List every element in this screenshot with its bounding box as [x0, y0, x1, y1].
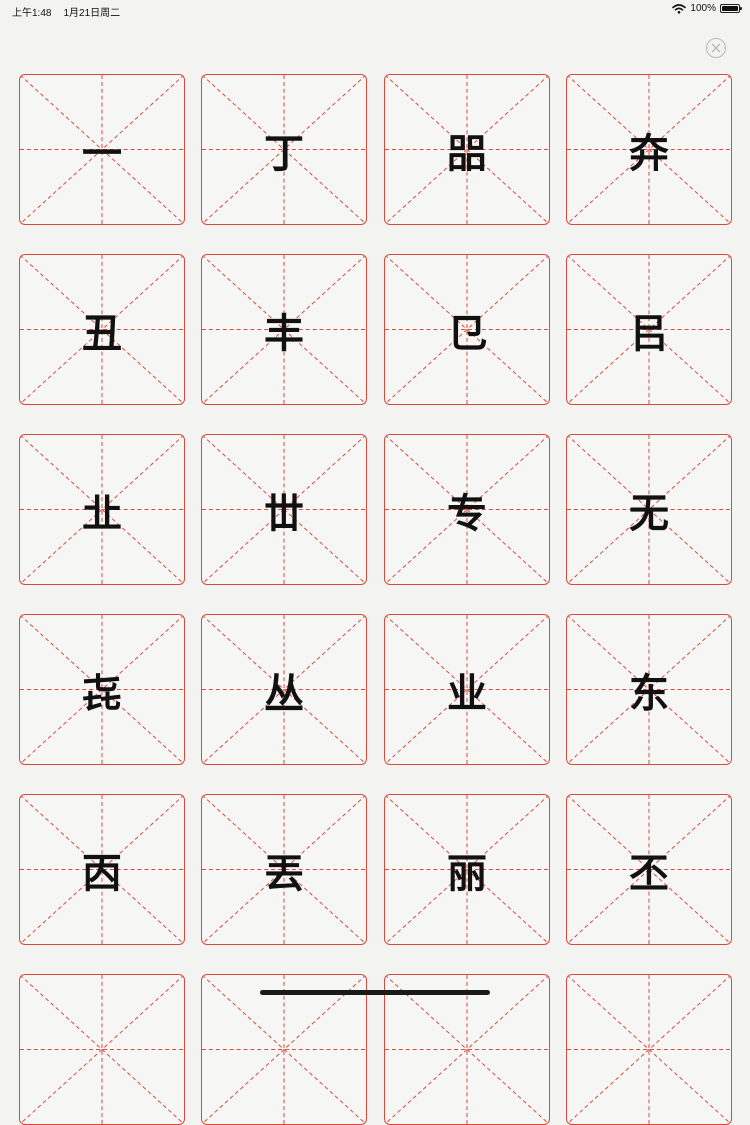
practice-character: 㚏	[629, 129, 669, 177]
practice-character	[567, 975, 731, 1124]
practice-cell[interactable]: 丗	[201, 434, 367, 585]
practice-character: 丛	[264, 669, 304, 717]
practice-cell[interactable]: 专	[384, 434, 550, 585]
practice-character: 㔾	[447, 309, 487, 357]
status-date: 1月21日周二	[63, 8, 121, 19]
practice-character: 丗	[264, 489, 304, 537]
practice-cell[interactable]: 东	[566, 614, 732, 765]
status-bar-left: 上午1:48 1月21日周二	[12, 4, 120, 19]
practice-cell[interactable]: 丑	[19, 254, 185, 405]
practice-character: 㗊	[447, 129, 487, 177]
practice-cell[interactable]: 㚏	[566, 74, 732, 225]
battery-icon	[720, 4, 742, 13]
practice-character	[202, 975, 366, 1124]
practice-character: 丽	[447, 849, 487, 897]
practice-cell[interactable]	[201, 974, 367, 1125]
practice-cell[interactable]: 㐂	[19, 614, 185, 765]
practice-character: 丁	[264, 129, 304, 177]
practice-character: 㐂	[82, 669, 122, 717]
practice-character: 丑	[82, 309, 122, 357]
battery-level-fill	[722, 6, 738, 11]
practice-character: 丟	[264, 849, 304, 897]
home-indicator[interactable]	[260, 990, 490, 995]
practice-character: 丰	[264, 309, 304, 357]
practice-character	[385, 975, 549, 1124]
practice-cell[interactable]: 业	[384, 614, 550, 765]
close-button[interactable]	[706, 38, 726, 58]
practice-character: 一	[82, 129, 122, 177]
battery-percent: 100%	[690, 3, 716, 14]
practice-cell[interactable]: 丟	[201, 794, 367, 945]
practice-cell[interactable]: 丛	[201, 614, 367, 765]
close-icon	[711, 43, 721, 53]
practice-cell[interactable]: 㔾	[384, 254, 550, 405]
practice-cell[interactable]: 丽	[384, 794, 550, 945]
status-time: 上午1:48	[12, 8, 52, 19]
practice-cell[interactable]	[384, 974, 550, 1125]
practice-cell[interactable]: 㠯	[566, 254, 732, 405]
practice-cell[interactable]: 㐀	[19, 434, 185, 585]
practice-character: 丕	[629, 849, 669, 897]
wifi-icon	[672, 3, 687, 14]
practice-character: 东	[629, 669, 669, 717]
practice-cell[interactable]: 一	[19, 74, 185, 225]
practice-character: 业	[447, 669, 487, 717]
practice-cell[interactable]: 丕	[566, 794, 732, 945]
practice-cell[interactable]: 丰	[201, 254, 367, 405]
practice-character: 㐁	[82, 849, 122, 897]
practice-cell[interactable]	[566, 974, 732, 1125]
practice-cell[interactable]: 㗊	[384, 74, 550, 225]
practice-character: 㐀	[82, 489, 122, 537]
status-bar: 上午1:48 1月21日周二 100%	[0, 0, 750, 20]
practice-cell[interactable]: 无	[566, 434, 732, 585]
practice-cell[interactable]: 丁	[201, 74, 367, 225]
practice-character: 无	[629, 489, 669, 537]
practice-character: 㠯	[629, 309, 669, 357]
status-bar-right: 100%	[672, 3, 742, 14]
practice-character	[20, 975, 184, 1124]
practice-cell[interactable]: 㐁	[19, 794, 185, 945]
practice-character: 专	[447, 489, 487, 537]
practice-cell[interactable]	[19, 974, 185, 1125]
